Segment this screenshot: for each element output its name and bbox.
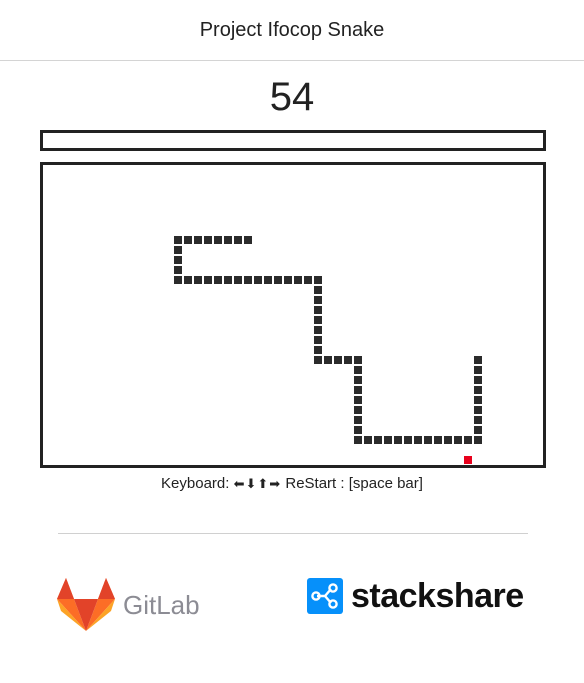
snake-segment bbox=[224, 236, 232, 244]
game-board[interactable] bbox=[40, 162, 546, 468]
snake-segment bbox=[474, 406, 482, 414]
game-canvas[interactable] bbox=[43, 165, 543, 465]
snake-segment bbox=[214, 276, 222, 284]
snake-segment bbox=[474, 356, 482, 364]
page-title: Project Ifocop Snake bbox=[199, 18, 385, 41]
snake-segment bbox=[294, 276, 302, 284]
snake-segment bbox=[474, 416, 482, 424]
snake-segment bbox=[344, 356, 352, 364]
progress-bar bbox=[40, 130, 546, 151]
snake-segment bbox=[474, 376, 482, 384]
snake-segment bbox=[404, 436, 412, 444]
snake-segment bbox=[174, 276, 182, 284]
snake-segment bbox=[314, 306, 322, 314]
snake-segment bbox=[474, 396, 482, 404]
restart-hint: ReStart : [space bar] bbox=[285, 475, 423, 492]
score-display: 54 bbox=[269, 75, 315, 119]
snake-segment bbox=[194, 276, 202, 284]
gitlab-fox-icon bbox=[57, 578, 115, 631]
snake-segment bbox=[244, 276, 252, 284]
snake-segment bbox=[394, 436, 402, 444]
snake-segment bbox=[474, 436, 482, 444]
stackshare-logo[interactable]: stackshare bbox=[307, 576, 524, 615]
snake-segment bbox=[474, 366, 482, 374]
stackshare-wordmark: stackshare bbox=[351, 576, 524, 615]
food-item bbox=[464, 456, 472, 464]
snake-segment bbox=[174, 256, 182, 264]
gitlab-wordmark: GitLab bbox=[123, 589, 200, 620]
snake-segment bbox=[314, 336, 322, 344]
snake-segment bbox=[414, 436, 422, 444]
snake-segment bbox=[354, 406, 362, 414]
controls-hint: Keyboard: ⬅⬇⬆➡ ReStart : [space bar] bbox=[0, 475, 584, 492]
snake-segment bbox=[354, 376, 362, 384]
snake-segment bbox=[334, 356, 342, 364]
snake-segment bbox=[314, 316, 322, 324]
snake-segment bbox=[434, 436, 442, 444]
footer-divider bbox=[58, 533, 528, 534]
snake-segment bbox=[384, 436, 392, 444]
snake-segment bbox=[354, 356, 362, 364]
snake-segment bbox=[204, 276, 212, 284]
snake-segment bbox=[314, 286, 322, 294]
snake-segment bbox=[444, 436, 452, 444]
snake-segment bbox=[194, 236, 202, 244]
snake-segment bbox=[244, 236, 252, 244]
snake-segment bbox=[234, 236, 242, 244]
gitlab-logo[interactable]: GitLab bbox=[57, 577, 200, 633]
arrow-keys-icon: ⬅⬇⬆➡ bbox=[233, 477, 282, 492]
snake-segment bbox=[304, 276, 312, 284]
snake-segment bbox=[314, 356, 322, 364]
snake-segment bbox=[454, 436, 462, 444]
snake-segment bbox=[174, 236, 182, 244]
snake-segment bbox=[174, 266, 182, 274]
snake-segment bbox=[354, 366, 362, 374]
snake-segment bbox=[254, 276, 262, 284]
snake-segment bbox=[314, 326, 322, 334]
snake-segment bbox=[174, 246, 182, 254]
snake-segment bbox=[264, 276, 272, 284]
snake-segment bbox=[354, 386, 362, 394]
snake-segment bbox=[204, 236, 212, 244]
snake-segment bbox=[214, 236, 222, 244]
snake-segment bbox=[364, 436, 372, 444]
snake-segment bbox=[354, 416, 362, 424]
snake-segment bbox=[234, 276, 242, 284]
snake-segment bbox=[354, 436, 362, 444]
keyboard-label: Keyboard: bbox=[161, 475, 230, 492]
snake-segment bbox=[324, 356, 332, 364]
snake-segment bbox=[274, 276, 282, 284]
snake-segment bbox=[354, 426, 362, 434]
snake-segment bbox=[314, 296, 322, 304]
snake-segment bbox=[474, 386, 482, 394]
snake-segment bbox=[354, 396, 362, 404]
snake-segment bbox=[374, 436, 382, 444]
stackshare-share-icon bbox=[307, 578, 343, 614]
snake-segment bbox=[224, 276, 232, 284]
snake-segment bbox=[314, 276, 322, 284]
snake-segment bbox=[314, 346, 322, 354]
snake-segment bbox=[184, 236, 192, 244]
snake-segment bbox=[464, 436, 472, 444]
snake-segment bbox=[284, 276, 292, 284]
app-header: Project Ifocop Snake bbox=[0, 0, 584, 61]
snake-segment bbox=[184, 276, 192, 284]
snake-segment bbox=[474, 426, 482, 434]
snake-segment bbox=[424, 436, 432, 444]
